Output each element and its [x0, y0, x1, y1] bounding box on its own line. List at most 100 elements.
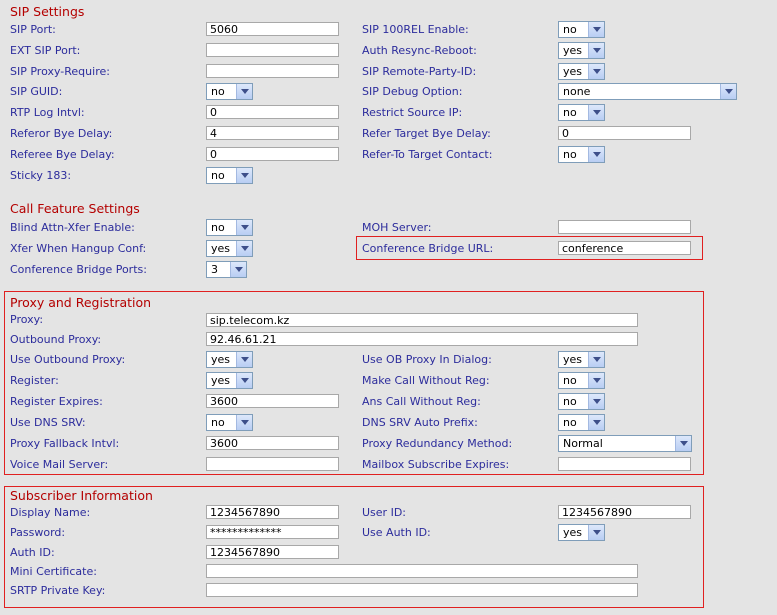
chevron-down-icon[interactable]	[588, 63, 604, 79]
proxy-fallback-intvl-input[interactable]: 3600	[206, 436, 339, 450]
register-expires-input[interactable]: 3600	[206, 394, 339, 408]
xfer-when-hangup-conf-label: Xfer When Hangup Conf:	[10, 242, 147, 255]
chevron-down-icon[interactable]	[236, 373, 252, 388]
proxy-redundancy-method-label: Proxy Redundancy Method:	[362, 437, 513, 450]
chevron-down-icon[interactable]	[236, 241, 252, 256]
mailbox-subscribe-expires-label: Mailbox Subscribe Expires:	[362, 458, 510, 471]
sticky-183-value: no	[211, 168, 225, 182]
refer-target-bye-delay-input[interactable]: 0	[558, 126, 691, 140]
sip-guid-label: SIP GUID:	[10, 85, 63, 99]
sip-debug-option-label: SIP Debug Option:	[362, 85, 463, 99]
use-dns-srv-select[interactable]: no	[206, 414, 253, 431]
referee-bye-delay-label: Referee Bye Delay:	[10, 147, 115, 161]
use-outbound-proxy-label: Use Outbound Proxy:	[10, 353, 126, 366]
ans-call-without-reg-value: no	[563, 395, 577, 408]
section-title-sip: SIP Settings	[10, 4, 85, 19]
display-name-input[interactable]: 1234567890	[206, 505, 339, 519]
use-outbound-proxy-value: yes	[211, 353, 231, 366]
conference-bridge-ports-value: 3	[211, 263, 218, 276]
section-title-call-feature: Call Feature Settings	[10, 201, 140, 216]
use-auth-id-label: Use Auth ID:	[362, 526, 431, 539]
sip-100rel-enable-label: SIP 100REL Enable:	[362, 23, 469, 36]
ans-call-without-reg-select[interactable]: no	[558, 393, 605, 410]
make-call-without-reg-value: no	[563, 374, 577, 387]
sip-proxy-require-input[interactable]	[206, 63, 339, 78]
refer-target-bye-delay-label: Refer Target Bye Delay:	[362, 127, 491, 140]
sticky-183-label: Sticky 183:	[10, 168, 72, 182]
chevron-down-icon[interactable]	[588, 373, 604, 388]
sip-port-label: SIP Port:	[10, 23, 56, 36]
use-auth-id-value: yes	[563, 526, 583, 539]
ext-sip-port-input[interactable]	[206, 42, 339, 57]
refer-to-target-contact-label: Refer-To Target Contact:	[362, 147, 493, 161]
chevron-down-icon[interactable]	[588, 415, 604, 430]
chevron-down-icon[interactable]	[588, 22, 604, 37]
dns-srv-auto-prefix-value: no	[563, 416, 577, 429]
blind-attn-xfer-enable-select[interactable]: no	[206, 219, 253, 236]
user-id-input[interactable]: 1234567890	[558, 505, 691, 519]
chevron-down-icon[interactable]	[588, 105, 604, 121]
auth-id-input[interactable]: 1234567890	[206, 545, 339, 559]
voice-mail-server-input[interactable]	[206, 457, 339, 471]
sip-debug-option-value: none	[563, 85, 591, 99]
ext-sip-port-label: EXT SIP Port:	[10, 43, 81, 57]
use-auth-id-select[interactable]: yes	[558, 524, 605, 541]
referor-bye-delay-input[interactable]: 4	[206, 126, 339, 140]
highlight-conference-bridge-url	[356, 236, 703, 260]
chevron-down-icon[interactable]	[675, 436, 691, 451]
user-id-label: User ID:	[362, 506, 406, 519]
sip-guid-select[interactable]: no	[206, 83, 253, 101]
sip-remote-party-id-select[interactable]: yes	[558, 62, 605, 80]
password-input[interactable]: *************	[206, 525, 339, 539]
outbound-proxy-label: Outbound Proxy:	[10, 333, 102, 346]
referor-bye-delay-label: Referor Bye Delay:	[10, 127, 113, 140]
chevron-down-icon[interactable]	[588, 42, 604, 58]
chevron-down-icon[interactable]	[720, 84, 736, 100]
chevron-down-icon[interactable]	[236, 84, 252, 100]
use-ob-proxy-in-dialog-select[interactable]: yes	[558, 351, 605, 368]
sip-remote-party-id-label: SIP Remote-Party-ID:	[362, 64, 477, 78]
chevron-down-icon[interactable]	[236, 352, 252, 367]
chevron-down-icon[interactable]	[236, 415, 252, 430]
chevron-down-icon[interactable]	[588, 146, 604, 162]
auth-resync-reboot-select[interactable]: yes	[558, 41, 605, 59]
use-ob-proxy-in-dialog-value: yes	[563, 353, 583, 366]
moh-server-input[interactable]	[558, 220, 691, 234]
refer-to-target-contact-select[interactable]: no	[558, 145, 605, 163]
sip-100rel-enable-select[interactable]: no	[558, 21, 605, 38]
xfer-when-hangup-conf-value: yes	[211, 242, 231, 255]
dns-srv-auto-prefix-select[interactable]: no	[558, 414, 605, 431]
referee-bye-delay-input[interactable]: 0	[206, 146, 339, 161]
rtp-log-intvl-label: RTP Log Intvl:	[10, 106, 85, 120]
mini-certificate-input[interactable]	[206, 564, 638, 578]
sip-port-input[interactable]: 5060	[206, 22, 339, 36]
make-call-without-reg-select[interactable]: no	[558, 372, 605, 389]
register-expires-label: Register Expires:	[10, 395, 103, 408]
proxy-input[interactable]: sip.telecom.kz	[206, 313, 638, 327]
proxy-redundancy-method-select[interactable]: Normal	[558, 435, 692, 452]
voice-mail-server-label: Voice Mail Server:	[10, 458, 109, 471]
section-title-subscriber: Subscriber Information	[10, 488, 153, 503]
use-outbound-proxy-select[interactable]: yes	[206, 351, 253, 368]
restrict-source-ip-select[interactable]: no	[558, 104, 605, 122]
sip-100rel-enable-value: no	[563, 23, 577, 36]
chevron-down-icon[interactable]	[236, 220, 252, 235]
chevron-down-icon[interactable]	[236, 167, 252, 183]
chevron-down-icon[interactable]	[588, 394, 604, 409]
rtp-log-intvl-input[interactable]: 0	[206, 105, 339, 120]
ans-call-without-reg-label: Ans Call Without Reg:	[362, 395, 481, 408]
register-select[interactable]: yes	[206, 372, 253, 389]
sticky-183-select[interactable]: no	[206, 166, 253, 184]
chevron-down-icon[interactable]	[588, 352, 604, 367]
sip-guid-value: no	[211, 85, 225, 99]
outbound-proxy-input[interactable]: 92.46.61.21	[206, 332, 638, 346]
srtp-private-key-input[interactable]	[206, 583, 638, 597]
sip-debug-option-select[interactable]: none	[558, 83, 737, 101]
moh-server-label: MOH Server:	[362, 221, 432, 234]
chevron-down-icon[interactable]	[588, 525, 604, 540]
chevron-down-icon[interactable]	[230, 262, 246, 277]
proxy-label: Proxy:	[10, 313, 44, 326]
xfer-when-hangup-conf-select[interactable]: yes	[206, 240, 253, 257]
mailbox-subscribe-expires-input[interactable]	[558, 457, 691, 471]
conference-bridge-ports-select[interactable]: 3	[206, 261, 247, 278]
